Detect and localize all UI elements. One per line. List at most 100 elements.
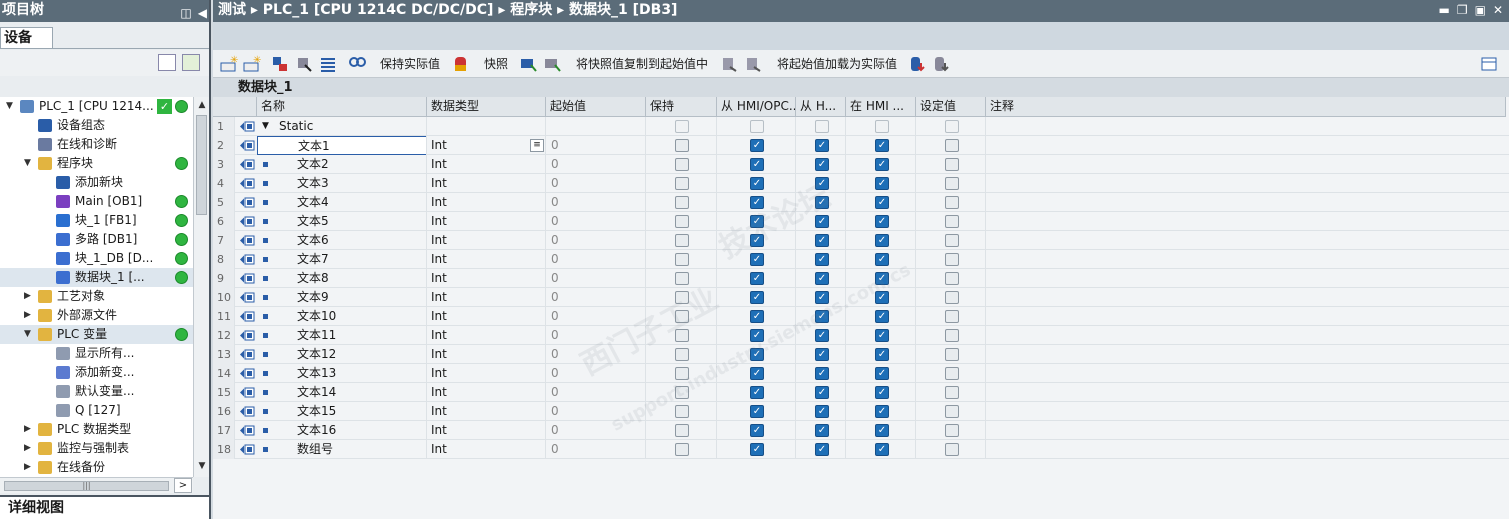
- load-start-button[interactable]: 将起始值加载为实际值: [777, 54, 897, 74]
- tree-vertical-scrollbar[interactable]: ▲ ▼: [193, 97, 209, 477]
- retain-checkbox[interactable]: [675, 405, 689, 418]
- setpoint-checkbox[interactable]: [945, 310, 959, 323]
- hmi-opc-checkbox[interactable]: ✓: [750, 139, 764, 152]
- start-value-cell[interactable]: 0: [546, 193, 646, 212]
- name-cell[interactable]: 文本11: [257, 326, 427, 345]
- restore-icon[interactable]: ❐: [1457, 0, 1468, 21]
- tree-item[interactable]: Main [OB1]: [0, 192, 193, 211]
- collapse-all-icon[interactable]: [295, 55, 313, 73]
- tree-item[interactable]: 默认变量...: [0, 382, 193, 401]
- collapse-arrow-icon[interactable]: ▶: [24, 458, 31, 477]
- setpoint-checkbox[interactable]: [945, 234, 959, 247]
- snapshot-camera-icon[interactable]: [519, 55, 537, 73]
- table-row[interactable]: 1 ▼ Static: [213, 117, 1509, 136]
- table-row[interactable]: 11 文本10 Int 0 ✓ ✓ ✓: [213, 307, 1509, 326]
- hmi-visible-checkbox[interactable]: ✓: [875, 139, 889, 152]
- hmi-writable-checkbox[interactable]: ✓: [815, 348, 829, 361]
- header-hmi-writable[interactable]: 从 H...: [796, 97, 846, 117]
- hmi-visible-checkbox[interactable]: ✓: [875, 329, 889, 342]
- datatype-cell[interactable]: [427, 117, 546, 136]
- snapshot-button[interactable]: 快照: [484, 54, 508, 74]
- datatype-cell[interactable]: Int: [427, 364, 546, 383]
- datatype-cell[interactable]: Int: [427, 288, 546, 307]
- setpoint-checkbox[interactable]: [945, 405, 959, 418]
- hmi-opc-checkbox[interactable]: ✓: [750, 291, 764, 304]
- hmi-visible-checkbox[interactable]: ✓: [875, 215, 889, 228]
- datatype-cell[interactable]: Int: [427, 174, 546, 193]
- scroll-up-icon[interactable]: ▲: [195, 98, 209, 113]
- datatype-cell[interactable]: Int: [427, 326, 546, 345]
- tree-item[interactable]: 在线和诊断: [0, 135, 193, 154]
- setpoint-checkbox[interactable]: [945, 329, 959, 342]
- retain-checkbox[interactable]: [675, 158, 689, 171]
- tree-item[interactable]: 设备组态: [0, 116, 193, 135]
- name-cell[interactable]: 文本16: [257, 421, 427, 440]
- expand-arrow-icon[interactable]: ▼: [24, 325, 31, 344]
- hmi-opc-checkbox[interactable]: ✓: [750, 158, 764, 171]
- name-cell[interactable]: 文本1: [257, 136, 427, 155]
- name-cell[interactable]: 文本4: [257, 193, 427, 212]
- hmi-visible-checkbox[interactable]: ✓: [875, 177, 889, 190]
- scroll-down-icon[interactable]: ▼: [195, 459, 209, 474]
- monitor-icon[interactable]: [348, 55, 366, 73]
- setpoint-checkbox[interactable]: [945, 158, 959, 171]
- collapse-arrow-icon[interactable]: ▶: [24, 306, 31, 325]
- tree-item[interactable]: 多路 [DB1]: [0, 230, 193, 249]
- retain-checkbox[interactable]: [675, 196, 689, 209]
- datatype-picker-icon[interactable]: ≡: [530, 139, 544, 152]
- table-row[interactable]: 8 文本7 Int 0 ✓ ✓ ✓: [213, 250, 1509, 269]
- datatype-cell[interactable]: Int: [427, 193, 546, 212]
- hmi-writable-checkbox[interactable]: ✓: [815, 158, 829, 171]
- header-hmi-visible[interactable]: 在 HMI ...: [846, 97, 916, 117]
- retain-checkbox[interactable]: [675, 443, 689, 456]
- table-row[interactable]: 4 文本3 Int 0 ✓ ✓ ✓: [213, 174, 1509, 193]
- tree-item[interactable]: Q [127]: [0, 401, 193, 420]
- hmi-visible-checkbox[interactable]: [875, 120, 889, 133]
- setpoint-checkbox[interactable]: [945, 139, 959, 152]
- hmi-visible-checkbox[interactable]: ✓: [875, 253, 889, 266]
- name-cell[interactable]: 数组号: [257, 440, 427, 459]
- table-row[interactable]: 18 数组号 Int 0 ✓ ✓ ✓: [213, 440, 1509, 459]
- scroll-right-icon[interactable]: >: [174, 478, 192, 493]
- tree-item[interactable]: 添加新块: [0, 173, 193, 192]
- setpoint-checkbox[interactable]: [945, 253, 959, 266]
- hmi-writable-checkbox[interactable]: ✓: [815, 272, 829, 285]
- retain-checkbox[interactable]: [675, 215, 689, 228]
- setpoint-checkbox[interactable]: [945, 348, 959, 361]
- tree-item[interactable]: 显示所有...: [0, 344, 193, 363]
- minimize-icon[interactable]: ▬: [1438, 0, 1449, 21]
- hmi-opc-checkbox[interactable]: ✓: [750, 310, 764, 323]
- name-cell[interactable]: 文本15: [257, 402, 427, 421]
- header-retain[interactable]: 保持: [646, 97, 717, 117]
- tree-item[interactable]: ▶ 监控与强制表: [0, 439, 193, 458]
- name-cell[interactable]: 文本10: [257, 307, 427, 326]
- table-row[interactable]: 14 文本13 Int 0 ✓ ✓ ✓: [213, 364, 1509, 383]
- tree-item[interactable]: ▶ PLC 数据类型: [0, 420, 193, 439]
- keep-actual-button[interactable]: 保持实际值: [380, 54, 440, 74]
- hmi-visible-checkbox[interactable]: ✓: [875, 310, 889, 323]
- name-cell[interactable]: 文本14: [257, 383, 427, 402]
- hmi-visible-checkbox[interactable]: ✓: [875, 196, 889, 209]
- float-icon[interactable]: ▣: [1475, 0, 1486, 21]
- datatype-cell[interactable]: Int: [427, 136, 546, 155]
- hmi-opc-checkbox[interactable]: ✓: [750, 424, 764, 437]
- datatype-cell[interactable]: Int: [427, 212, 546, 231]
- name-cell[interactable]: 文本12: [257, 345, 427, 364]
- retain-checkbox[interactable]: [675, 139, 689, 152]
- name-cell[interactable]: 文本7: [257, 250, 427, 269]
- hmi-opc-checkbox[interactable]: ✓: [750, 177, 764, 190]
- start-value-cell[interactable]: 0: [546, 212, 646, 231]
- table-row[interactable]: 12 文本11 Int 0 ✓ ✓ ✓: [213, 326, 1509, 345]
- hmi-visible-checkbox[interactable]: ✓: [875, 405, 889, 418]
- list-icon[interactable]: [319, 55, 337, 73]
- name-cell[interactable]: 文本5: [257, 212, 427, 231]
- table-row[interactable]: 2 文本1 Int ≡ 0 ✓ ✓ ✓: [213, 136, 1509, 155]
- start-value-cell[interactable]: 0: [546, 174, 646, 193]
- table-row[interactable]: 15 文本14 Int 0 ✓ ✓ ✓: [213, 383, 1509, 402]
- table-row[interactable]: 3 文本2 Int 0 ✓ ✓ ✓: [213, 155, 1509, 174]
- retain-checkbox[interactable]: [675, 253, 689, 266]
- copy-start-icon[interactable]: [721, 55, 739, 73]
- retain-checkbox[interactable]: [675, 177, 689, 190]
- collapse-arrow-icon[interactable]: ▶: [24, 420, 31, 439]
- add-row-icon[interactable]: ✳: [243, 55, 261, 73]
